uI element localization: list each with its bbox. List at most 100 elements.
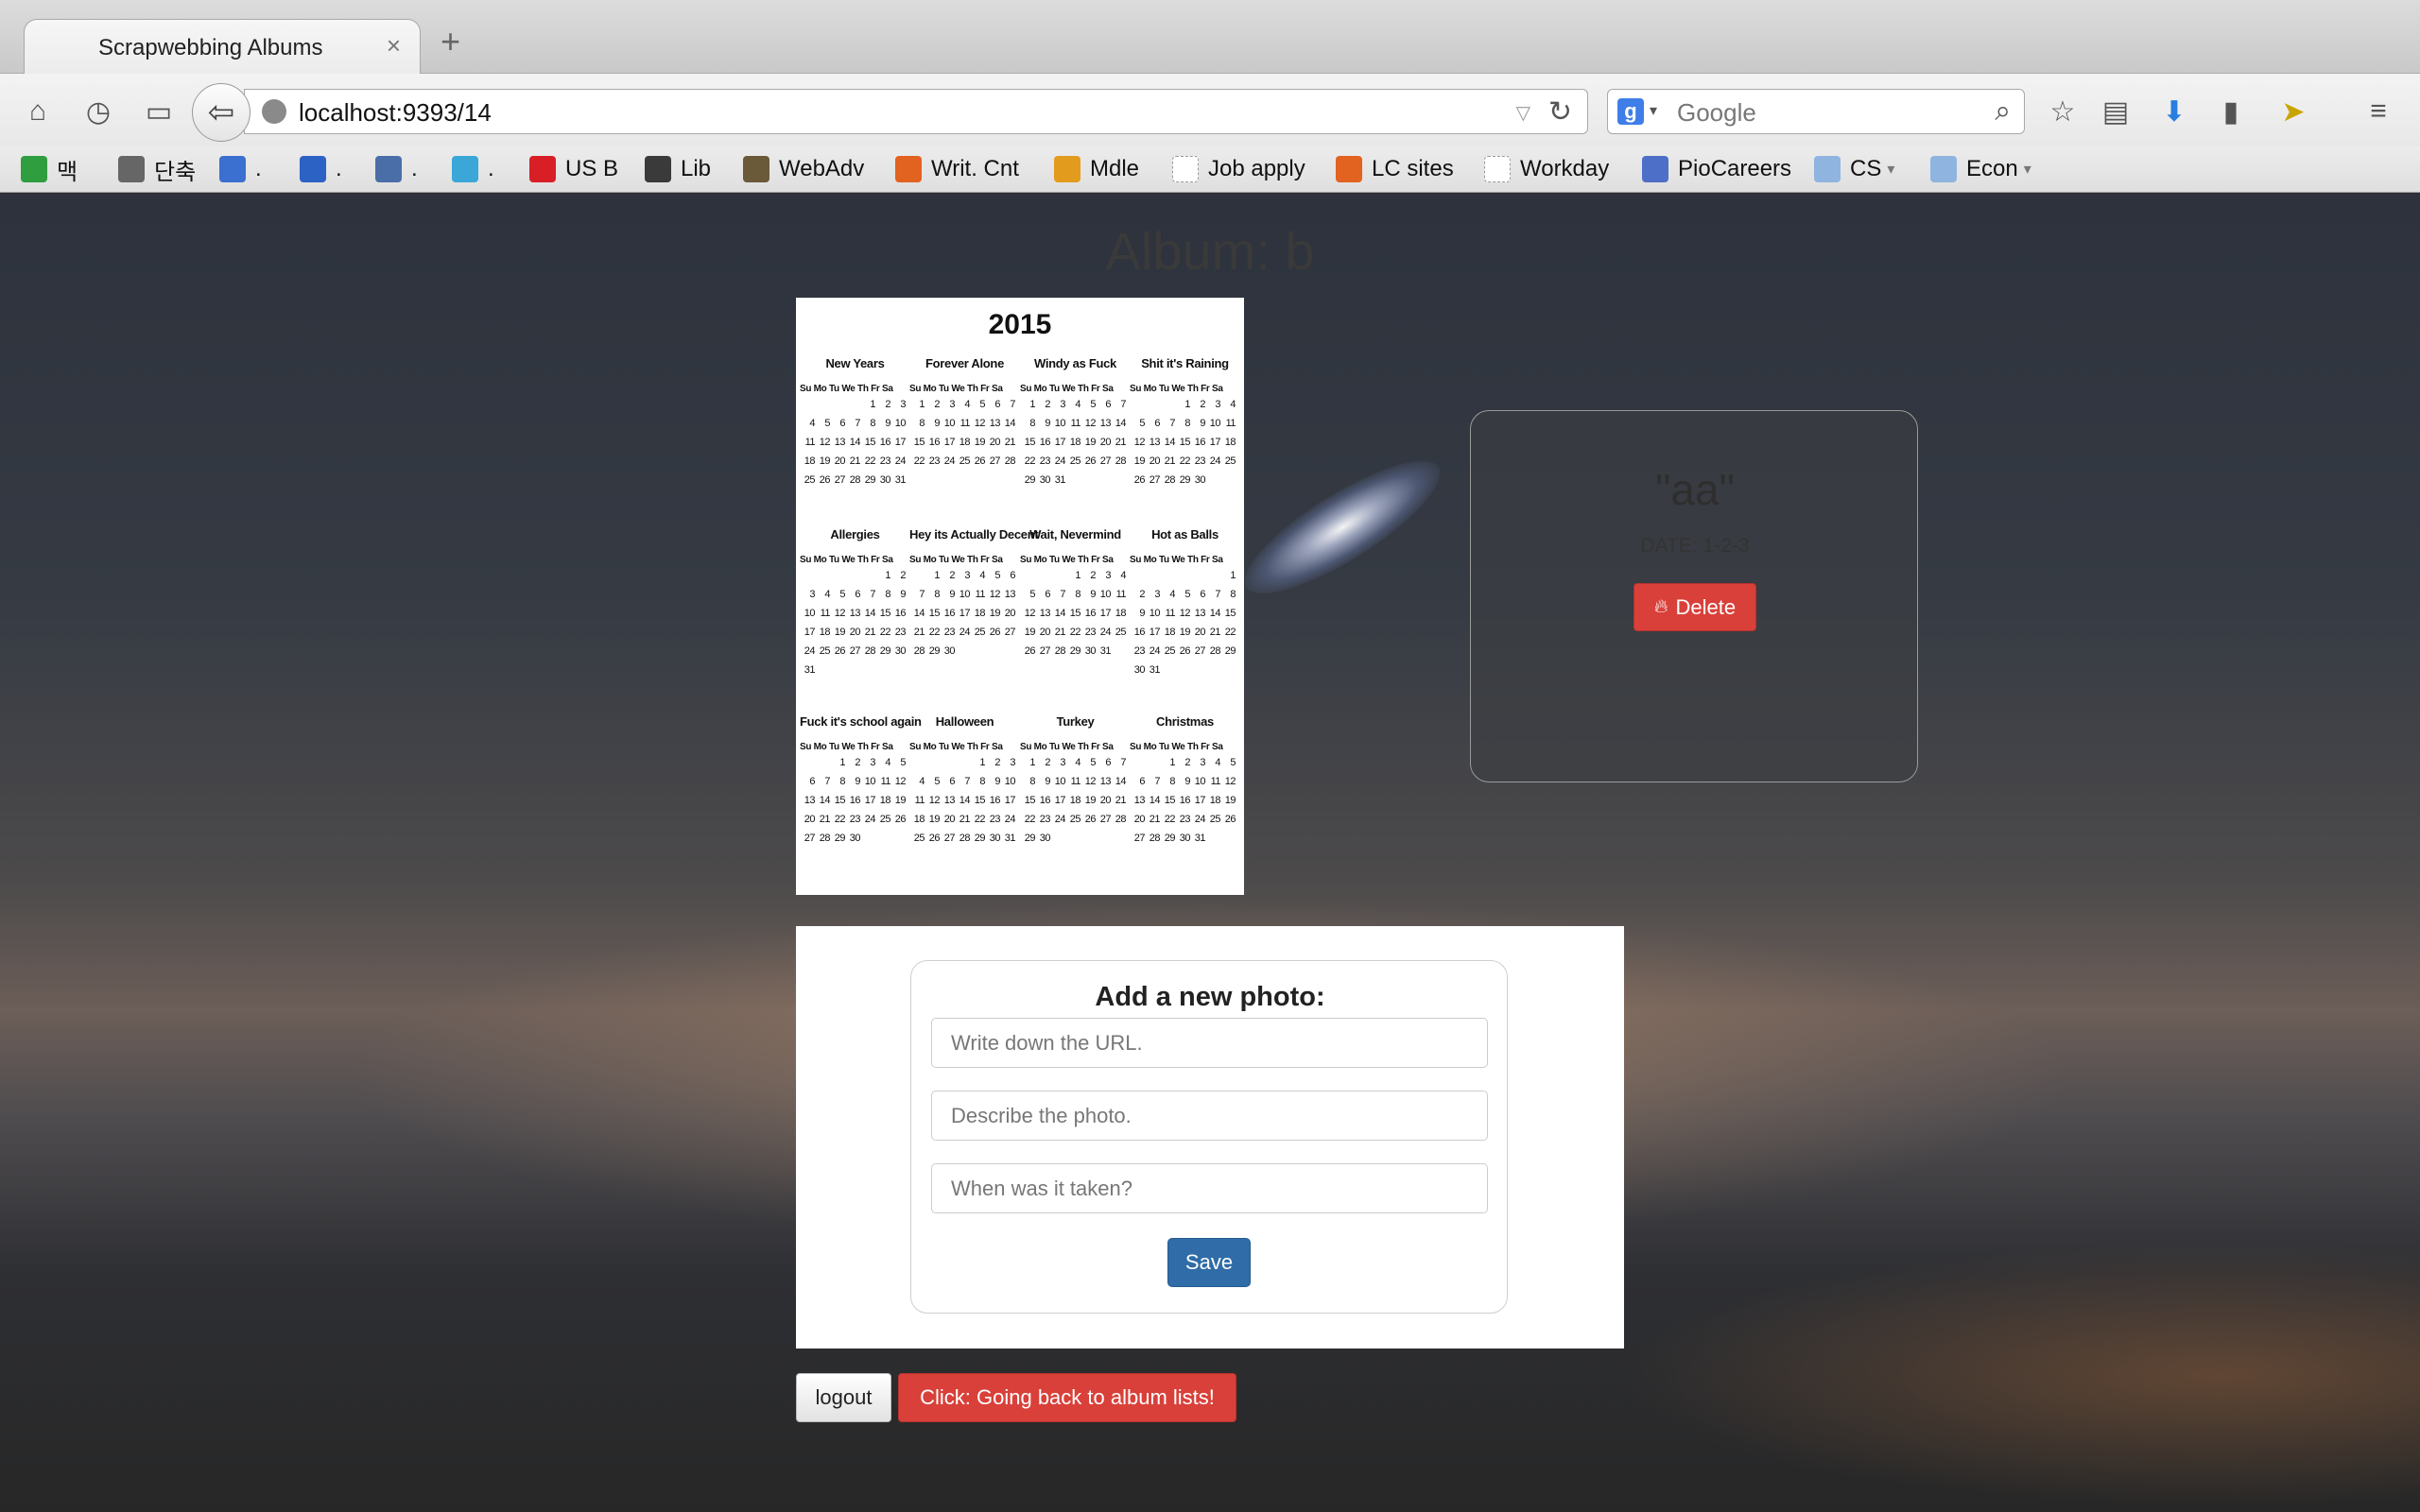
url-text[interactable]: localhost:9393/14: [299, 98, 492, 128]
bookmark-label: 맥: [57, 159, 78, 185]
new-tab-icon[interactable]: +: [441, 25, 460, 59]
home-icon[interactable]: ⌂: [19, 93, 57, 130]
download-icon[interactable]: ⬇: [2155, 93, 2193, 130]
calendar-day: 2: [1139, 589, 1145, 600]
bookmark-item[interactable]: .: [300, 152, 342, 186]
search-placeholder[interactable]: Google: [1677, 98, 1756, 128]
month-title: Halloween: [935, 714, 994, 729]
calendar-day: 20: [1099, 795, 1112, 806]
search-engine-dropdown-icon[interactable]: ▾: [1650, 101, 1657, 120]
calendar-day: 24: [1054, 455, 1066, 467]
address-bar[interactable]: localhost:9393/14 ▽ ↻: [244, 89, 1588, 134]
bookmark-item[interactable]: Job apply: [1172, 152, 1305, 186]
calendar-day: 14: [959, 795, 971, 806]
calendar-day: 30: [879, 474, 891, 486]
calendar-day: 1: [1230, 570, 1236, 581]
library-icon: [645, 156, 671, 182]
calendar-day: 10: [1194, 776, 1206, 787]
calendar-day: 5: [979, 399, 985, 410]
calendar-day: 23: [894, 627, 907, 638]
bookmark-item[interactable]: LC sites: [1336, 152, 1454, 186]
calendar-day: 31: [1004, 833, 1016, 844]
calendar-day: 4: [979, 570, 985, 581]
bookmark-item[interactable]: 단축: [118, 152, 196, 186]
tab-close-icon[interactable]: ×: [387, 31, 401, 60]
search-icon[interactable]: ⌕: [1995, 95, 2011, 128]
calendar-day: 1: [870, 399, 875, 410]
calendar-day: 26: [1224, 814, 1236, 825]
calendar-day: 10: [943, 418, 956, 429]
photo-date: DATE: 1-2-3: [1640, 535, 1750, 557]
calendar-day: 30: [1194, 474, 1206, 486]
search-bar[interactable]: g ▾ Google ⌕: [1607, 89, 2025, 134]
bookmark-item[interactable]: WebAdv: [743, 152, 864, 186]
calendar-day: 3: [1154, 589, 1160, 600]
calendar-day: 19: [1024, 627, 1036, 638]
calendar-day: 1: [1169, 757, 1175, 768]
bookmark-item[interactable]: Writ. Cnt: [895, 152, 1019, 186]
star-icon[interactable]: ☆: [2044, 93, 2082, 130]
bookmark-item[interactable]: US B: [529, 152, 618, 186]
bookmark-item[interactable]: CS ▾: [1814, 152, 1894, 186]
calendar-month: Allergies Su Mo Tu We Th Fr Sa 1 2 3 4 5 6 7 8 9 10…: [800, 527, 910, 677]
back-button[interactable]: ⇦: [192, 83, 251, 142]
bookmark-item[interactable]: Lib: [645, 152, 711, 186]
menu-icon[interactable]: ≡: [2360, 93, 2397, 130]
m-icon: [219, 156, 246, 182]
calendar-day: 21: [819, 814, 831, 825]
calendar-day: 29: [1164, 833, 1176, 844]
bookmark-item[interactable]: .: [375, 152, 418, 186]
calendar-day: 8: [919, 418, 925, 429]
calendar-day: 12: [1084, 776, 1097, 787]
reading-list-icon[interactable]: ▤: [2097, 93, 2135, 130]
window-icon[interactable]: ▭: [140, 93, 178, 130]
date-input[interactable]: [931, 1163, 1488, 1213]
bookmark-item[interactable]: Econ ▾: [1930, 152, 2031, 186]
bookmark-item[interactable]: .: [452, 152, 494, 186]
month-title: Allergies: [830, 527, 880, 541]
bookmark-item[interactable]: .: [219, 152, 262, 186]
back-to-albums-button[interactable]: Click: Going back to album lists!: [898, 1373, 1236, 1422]
album-photo[interactable]: 2015 New Years Su Mo Tu We Th Fr Sa 1 2 3 4 5 6…: [796, 298, 1244, 895]
bookmark-item[interactable]: 맥: [21, 152, 78, 186]
calendar-day: 12: [1179, 608, 1191, 619]
bookmark-item[interactable]: Mdle: [1054, 152, 1139, 186]
reload-icon[interactable]: ↻: [1548, 95, 1572, 129]
weekday-header: Su Mo Tu We Th Fr Sa: [800, 742, 893, 752]
url-dropdown-icon[interactable]: ▽: [1516, 101, 1530, 125]
calendar-day: 25: [1224, 455, 1236, 467]
calendar-day: 20: [989, 437, 1001, 448]
calendar-day: 4: [1230, 399, 1236, 410]
calendar-day: 17: [959, 608, 971, 619]
apple-icon: [118, 156, 145, 182]
add-photo-panel: Add a new photo: Save: [796, 926, 1624, 1349]
cursor-extension-icon[interactable]: ➤: [2274, 93, 2312, 130]
description-input[interactable]: [931, 1091, 1488, 1141]
calendar-day: 27: [1099, 814, 1112, 825]
calendar-day: 6: [809, 776, 815, 787]
logout-button[interactable]: logout: [796, 1373, 891, 1422]
google-icon[interactable]: g: [1617, 98, 1644, 125]
calendar-day: 29: [834, 833, 846, 844]
page-icon[interactable]: ▮: [2212, 93, 2250, 130]
calendar-day: 2: [949, 570, 955, 581]
calendar-day: 16: [928, 437, 941, 448]
url-input[interactable]: [931, 1018, 1488, 1068]
calendar-day: 2: [885, 399, 890, 410]
blank-page-icon: [1484, 156, 1511, 182]
calendar-day: 31: [1149, 664, 1161, 676]
calendar-day: 6: [1105, 399, 1111, 410]
calendar-day: 6: [1154, 418, 1160, 429]
calendar-day: 31: [894, 474, 907, 486]
calendar-day: 5: [900, 757, 906, 768]
calendar-day: 16: [1194, 437, 1206, 448]
history-icon[interactable]: ◷: [79, 93, 117, 130]
calendar-day: 20: [1149, 455, 1161, 467]
calendar-day: 27: [989, 455, 1001, 467]
month-days: 1 2 3 4 5 6 7 8 9 10 11 12 13 14 15 16 17 18 19 20 21 22 23 24 2…: [1130, 569, 1240, 677]
delete-button[interactable]: 🔥︎ Delete: [1634, 583, 1756, 631]
bookmark-item[interactable]: Workday: [1484, 152, 1609, 186]
save-button[interactable]: Save: [1167, 1238, 1251, 1287]
browser-tab[interactable]: Scrapwebbing Albums ×: [24, 19, 421, 74]
bookmark-item[interactable]: PioCareers: [1642, 152, 1791, 186]
